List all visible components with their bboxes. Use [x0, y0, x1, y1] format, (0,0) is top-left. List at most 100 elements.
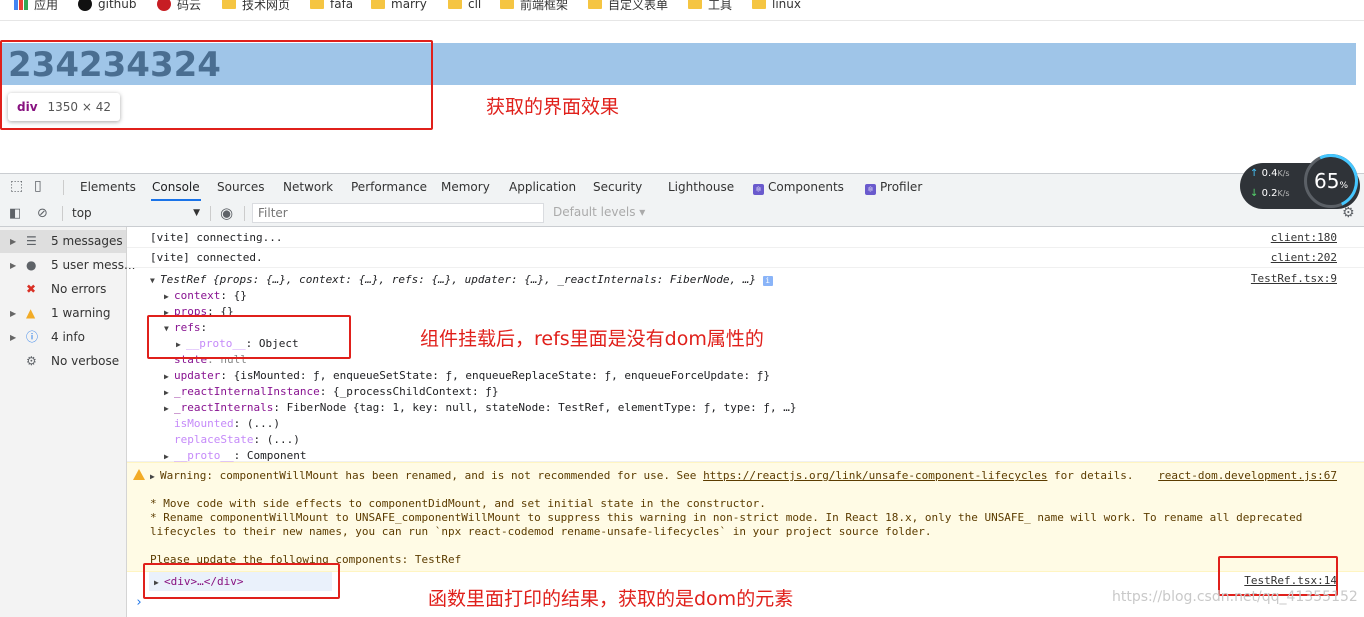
tab-sources[interactable]: Sources: [217, 174, 264, 201]
usage-gauge: 65%: [1296, 146, 1364, 216]
property-is-mounted[interactable]: isMounted: (...): [174, 417, 280, 430]
bookmark-folder[interactable]: cll: [448, 0, 481, 12]
console-message: [vite] connecting... client:180: [127, 227, 1364, 248]
expand-arrow-icon: ▶: [10, 261, 17, 270]
folder-icon: [448, 0, 462, 9]
bookmarks-bar: 应用 github 码云 技术网页 fafa marry cll 前端框架 自定…: [0, 0, 1364, 12]
bookmark-folder[interactable]: marry: [371, 0, 427, 12]
sidebar-toggle-icon[interactable]: ◧: [9, 201, 21, 226]
tab-memory[interactable]: Memory: [441, 174, 490, 201]
bookmark-folder[interactable]: 工具: [688, 0, 732, 12]
react-icon: ⚛: [753, 184, 764, 195]
tab-lighthouse[interactable]: Lighthouse: [668, 174, 734, 201]
user-icon: ●: [26, 258, 37, 272]
bookmark-gitee[interactable]: 码云: [157, 0, 201, 12]
eye-icon[interactable]: ◉: [220, 201, 233, 226]
log-levels-dropdown[interactable]: Default levels ▾: [553, 205, 645, 219]
bookmark-folder[interactable]: fafa: [310, 0, 353, 12]
bookmark-folder[interactable]: linux: [752, 0, 801, 12]
expand-arrow-icon: ▶: [164, 404, 169, 413]
apps-grid-icon: [14, 0, 28, 10]
console-output: [vite] connecting... client:180 [vite] c…: [127, 227, 1364, 617]
sidebar-item-info[interactable]: ▶ ⓘ 4 info: [0, 326, 126, 349]
react-icon: ⚛: [865, 184, 876, 195]
tab-components[interactable]: ⚛ Components: [753, 174, 844, 201]
toolbar-divider: [244, 206, 245, 221]
bookmark-github[interactable]: github: [78, 0, 136, 12]
property-react-internals[interactable]: ▶ _reactInternals: FiberNode {tag: 1, key…: [164, 401, 797, 414]
tab-elements[interactable]: Elements: [80, 174, 136, 201]
expand-arrow-icon: ▶: [10, 309, 17, 318]
folder-icon: [752, 0, 766, 9]
expand-arrow-icon: ▶: [10, 237, 17, 246]
download-arrow-icon: ↓: [1250, 188, 1259, 199]
annotation-box-page: [0, 40, 433, 130]
inspect-element-icon[interactable]: ⬚: [10, 174, 23, 199]
toolbar-divider: [62, 206, 63, 221]
tab-network[interactable]: Network: [283, 174, 333, 201]
source-link[interactable]: TestRef.tsx:9: [1251, 272, 1337, 285]
folder-icon: [371, 0, 385, 9]
folder-icon: [222, 0, 236, 9]
clear-console-icon[interactable]: ⊘: [37, 201, 48, 226]
expand-arrow-icon: ▶: [10, 333, 17, 342]
property-context[interactable]: ▶ context: {}: [164, 289, 247, 302]
sidebar-item-warnings[interactable]: ▶ ▲ 1 warning: [0, 302, 126, 325]
expand-arrow-icon: ▶: [164, 388, 169, 397]
sidebar-item-errors[interactable]: ✖ No errors: [0, 278, 126, 301]
gitee-icon: [157, 0, 171, 11]
expand-arrow-icon: ▼: [150, 276, 155, 285]
annotation-top-note: 获取的界面效果: [486, 96, 620, 118]
tab-application[interactable]: Application: [509, 174, 576, 201]
context-selector[interactable]: top ▼: [66, 204, 206, 223]
sidebar-item-user-messages[interactable]: ▶ ● 5 user mess...: [0, 254, 135, 277]
tab-console[interactable]: Console: [151, 174, 201, 201]
annotation-box-refs: [147, 315, 351, 359]
console-warning-message: ▶ Warning: componentWillMount has been re…: [127, 462, 1364, 572]
info-icon: ⓘ: [26, 330, 39, 344]
bookmark-apps[interactable]: 应用: [14, 0, 58, 12]
network-speed-widget: ↑ 0.4K/s ↓ 0.2K/s 65%: [1240, 146, 1364, 216]
folder-icon: [310, 0, 324, 9]
annotation-box-div: [143, 563, 340, 599]
verbose-gear-icon: ⚙: [26, 354, 37, 368]
console-object-message: ▼ TestRef {props: {…}, context: {…}, refs…: [127, 268, 1364, 462]
object-summary[interactable]: ▼ TestRef {props: {…}, context: {…}, refs…: [150, 273, 773, 286]
expand-arrow-icon: ▶: [164, 372, 169, 381]
console-filter-input[interactable]: [252, 203, 544, 223]
source-link[interactable]: client:202: [1271, 251, 1337, 264]
tab-divider: [63, 180, 64, 195]
list-icon: ☰: [26, 234, 37, 248]
bookmark-folder[interactable]: 前端框架: [500, 0, 568, 12]
info-icon: i: [762, 276, 773, 286]
sidebar-item-messages[interactable]: ▶ ☰ 5 messages: [0, 230, 126, 253]
property-replace-state[interactable]: replaceState: (...): [174, 433, 300, 446]
tab-performance[interactable]: Performance: [351, 174, 427, 201]
bookmark-folder[interactable]: 自定义表单: [588, 0, 668, 12]
property-proto[interactable]: ▶ __proto__: Component: [164, 449, 306, 462]
console-sidebar: ▶ ☰ 5 messages ▶ ● 5 user mess... ✖ No errors…: [0, 227, 135, 617]
toolbar-divider: [210, 206, 211, 221]
github-icon: [78, 0, 92, 11]
bookmark-folder[interactable]: 技术网页: [222, 0, 290, 12]
expand-arrow-icon: ▶: [164, 292, 169, 301]
property-react-internal-instance[interactable]: ▶ _reactInternalInstance: {_processChildC…: [164, 385, 499, 398]
folder-icon: [500, 0, 514, 9]
device-toolbar-icon[interactable]: ▯: [34, 174, 42, 199]
expand-arrow-icon: ▶: [164, 452, 169, 461]
folder-icon: [688, 0, 702, 9]
folder-icon: [588, 0, 602, 9]
upload-arrow-icon: ↑: [1250, 168, 1259, 179]
property-updater[interactable]: ▶ updater: {isMounted: ƒ, enqueueSetState…: [164, 369, 770, 382]
warning-doc-link[interactable]: https://reactjs.org/link/unsafe-componen…: [703, 469, 1047, 482]
tab-profiler[interactable]: ⚛ Profiler: [865, 174, 922, 201]
warning-icon: ▲: [26, 306, 36, 320]
tab-security[interactable]: Security: [593, 174, 642, 201]
console-prompt[interactable]: ›: [135, 595, 143, 610]
warning-icon: [133, 469, 145, 480]
source-link[interactable]: client:180: [1271, 231, 1337, 244]
sidebar-item-verbose[interactable]: ⚙ No verbose: [0, 350, 126, 373]
expand-arrow-icon[interactable]: ▶: [150, 472, 160, 481]
source-link[interactable]: react-dom.development.js:67: [1158, 469, 1337, 482]
error-icon: ✖: [26, 282, 37, 296]
